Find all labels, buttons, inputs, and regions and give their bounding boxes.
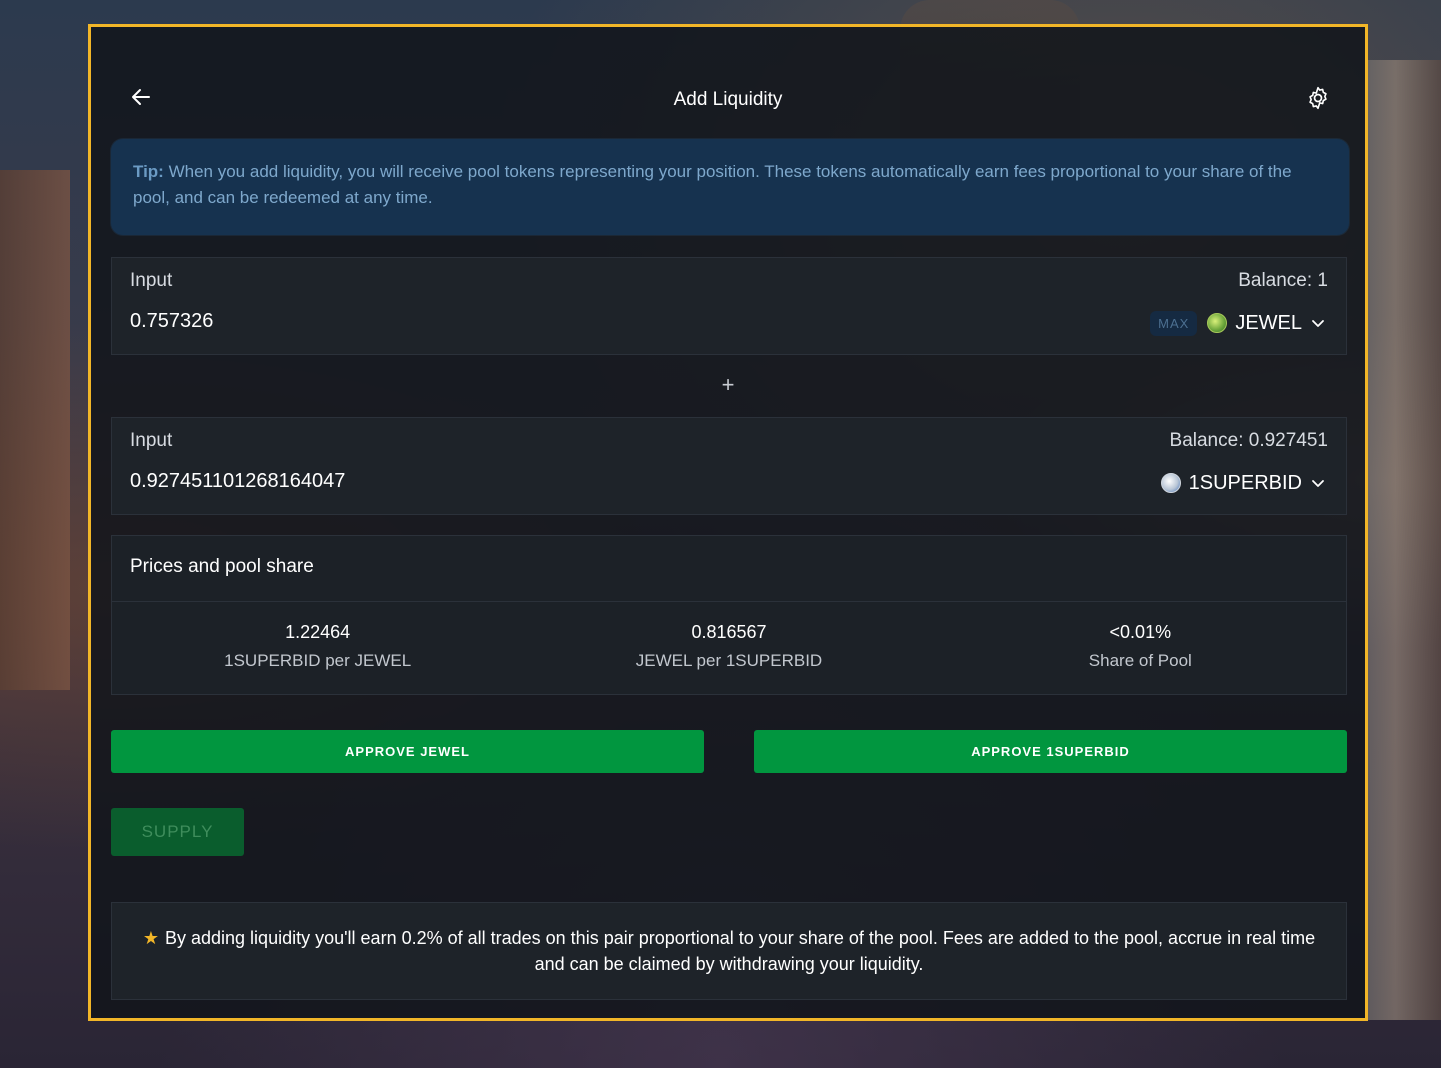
add-liquidity-panel: Add Liquidity Tip: When you add liquidit… bbox=[88, 24, 1368, 1021]
balance-label: Balance: 0.927451 bbox=[1169, 430, 1328, 451]
prices-and-pool-share: Prices and pool share 1.22464 1SUPERBID … bbox=[111, 535, 1347, 695]
input-card-superbid: Input Balance: 0.927451 1SUPERBID bbox=[111, 417, 1347, 515]
price-value: 0.816567 bbox=[691, 622, 767, 642]
star-icon: ★ bbox=[142, 928, 159, 948]
tip-banner: Tip: When you add liquidity, you will re… bbox=[111, 139, 1349, 235]
fee-info-text: By adding liquidity you'll earn 0.2% of … bbox=[165, 928, 1316, 974]
price-label: JEWEL per 1SUPERBID bbox=[635, 651, 823, 670]
input-label: Input bbox=[130, 430, 173, 451]
chevron-down-icon bbox=[1312, 480, 1324, 487]
tip-label: Tip: bbox=[133, 162, 164, 181]
background-house-left bbox=[0, 170, 70, 690]
token-name: JEWEL bbox=[1235, 311, 1302, 334]
token-row: MAX JEWEL bbox=[1150, 308, 1326, 338]
max-button[interactable]: MAX bbox=[1150, 310, 1198, 336]
panel-header: Add Liquidity bbox=[91, 27, 1365, 137]
price-value: 1.22464 bbox=[285, 622, 351, 642]
amount-input-superbid[interactable] bbox=[130, 470, 830, 493]
approve-superbid-button[interactable]: APPROVE 1SUPERBID bbox=[754, 730, 1347, 773]
price-item: 1.22464 1SUPERBID per JEWEL bbox=[114, 622, 521, 671]
superbid-token-icon bbox=[1160, 473, 1181, 493]
price-label: Share of Pool bbox=[1088, 651, 1192, 670]
approve-jewel-button[interactable]: APPROVE JEWEL bbox=[111, 730, 704, 773]
plus-icon: + bbox=[721, 372, 735, 397]
fee-info-note: ★ By adding liquidity you'll earn 0.2% of… bbox=[111, 902, 1347, 1000]
supply-button[interactable]: SUPPLY bbox=[111, 808, 244, 856]
gear-icon bbox=[1309, 86, 1327, 110]
input-label: Input bbox=[130, 270, 173, 291]
price-label: 1SUPERBID per JEWEL bbox=[224, 651, 412, 670]
jewel-token-icon bbox=[1207, 313, 1228, 333]
price-item: <0.01% Share of Pool bbox=[937, 622, 1344, 671]
token-row: 1SUPERBID bbox=[1160, 468, 1326, 498]
price-item: 0.816567 JEWEL per 1SUPERBID bbox=[525, 622, 932, 671]
pool-share-value: <0.01% bbox=[1109, 622, 1172, 642]
prices-grid: 1.22464 1SUPERBID per JEWEL 0.816567 JEW… bbox=[112, 602, 1346, 671]
balance-label: Balance: 1 bbox=[1238, 270, 1328, 291]
tip-text: When you add liquidity, you will receive… bbox=[133, 162, 1292, 207]
token-selector-jewel[interactable]: JEWEL bbox=[1207, 312, 1326, 335]
amount-input-jewel[interactable] bbox=[130, 310, 830, 333]
page-title: Add Liquidity bbox=[673, 89, 783, 110]
input-card-jewel: Input Balance: 1 MAX JEWEL bbox=[111, 257, 1347, 355]
token-selector-superbid[interactable]: 1SUPERBID bbox=[1160, 471, 1326, 495]
background-house-right bbox=[1365, 60, 1441, 1020]
chevron-down-icon bbox=[1312, 320, 1324, 327]
token-name: 1SUPERBID bbox=[1188, 471, 1302, 494]
prices-title: Prices and pool share bbox=[112, 536, 1346, 602]
settings-button[interactable] bbox=[1305, 85, 1331, 111]
